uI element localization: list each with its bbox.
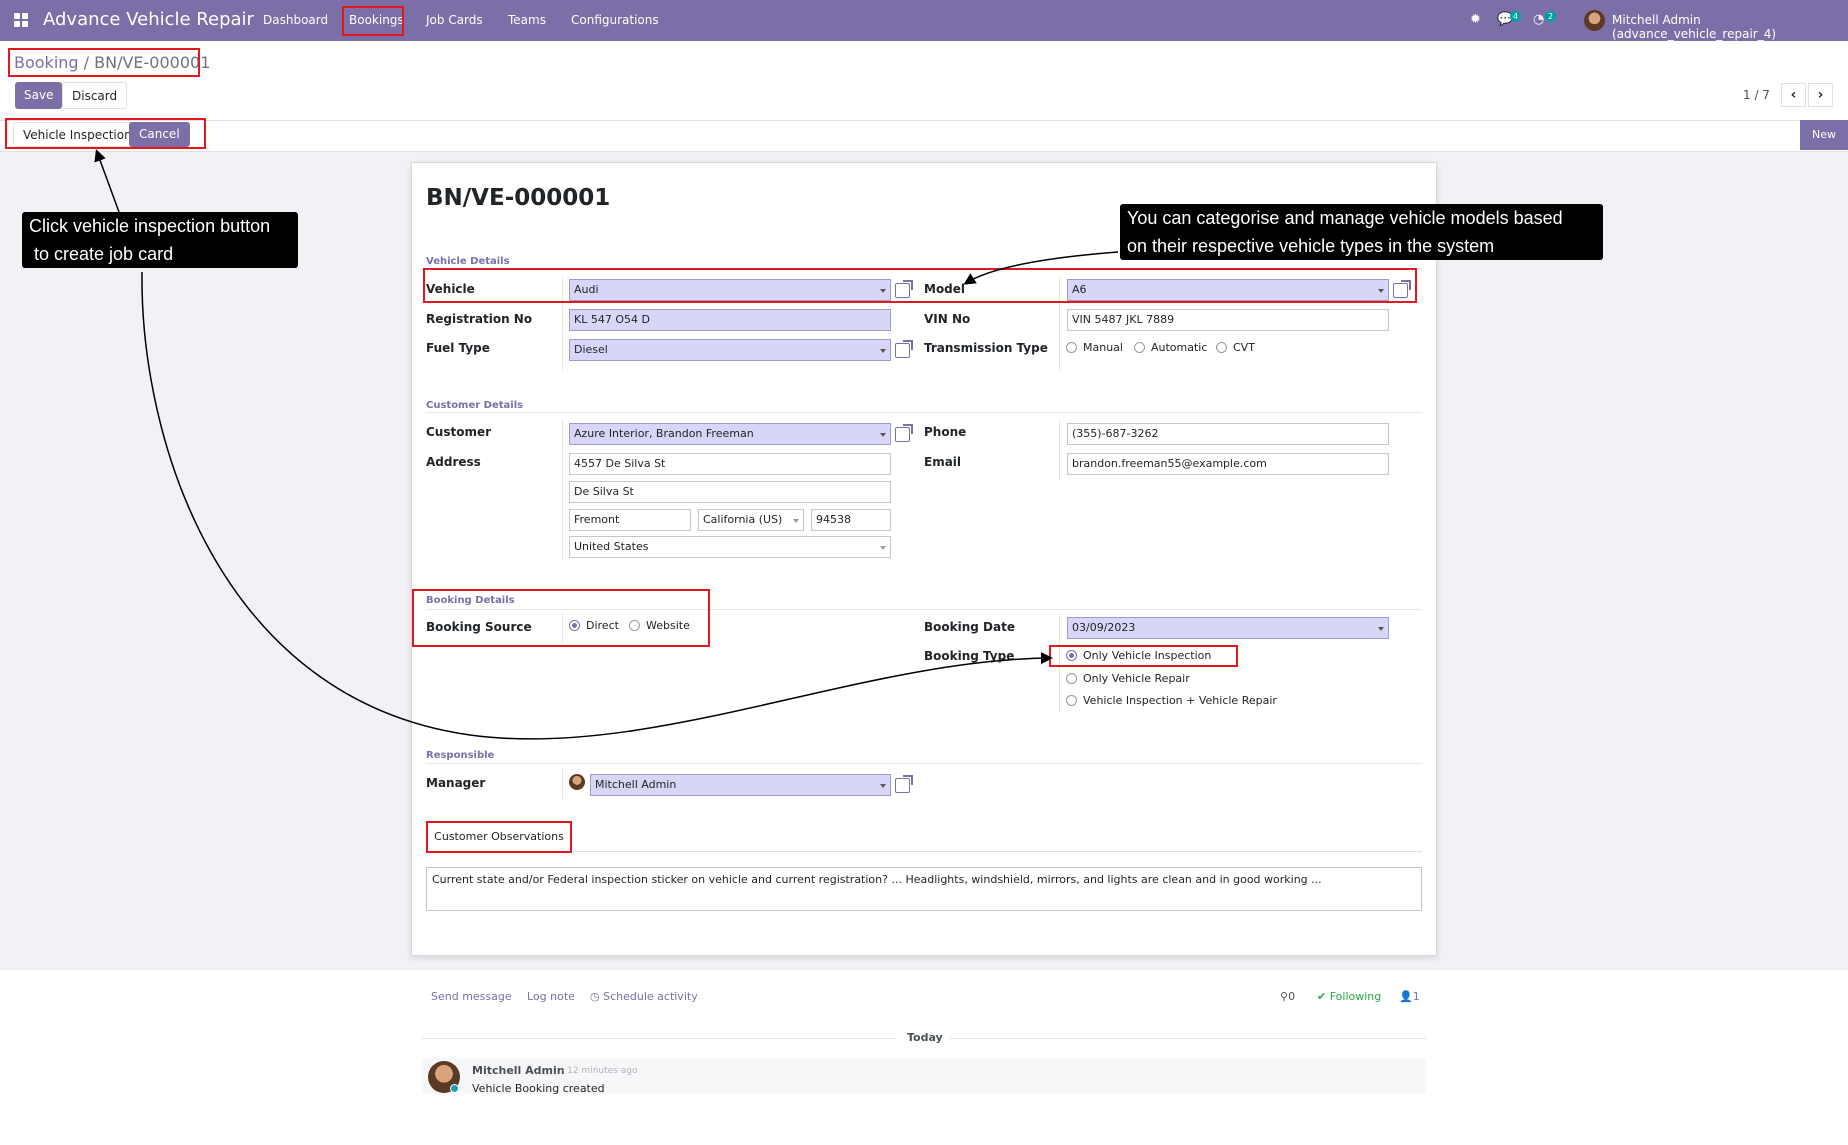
annotation-tooltip-model: You can categorise and manage vehicle mo… (1120, 204, 1603, 260)
annotation-tooltip-inspection: Click vehicle inspection button to create… (22, 212, 298, 268)
arrow-to-booking-type (141, 271, 1053, 740)
tooltip-line: to create job card (34, 244, 174, 264)
arrow-to-inspection-button (94, 149, 120, 213)
arrow-to-model (963, 251, 1119, 285)
tooltip-line: on their respective vehicle types in the… (1127, 236, 1495, 256)
tooltip-line: Click vehicle inspection button (29, 216, 271, 236)
annotation-arrows (94, 149, 1119, 740)
tooltip-line: You can categorise and manage vehicle mo… (1127, 208, 1563, 228)
